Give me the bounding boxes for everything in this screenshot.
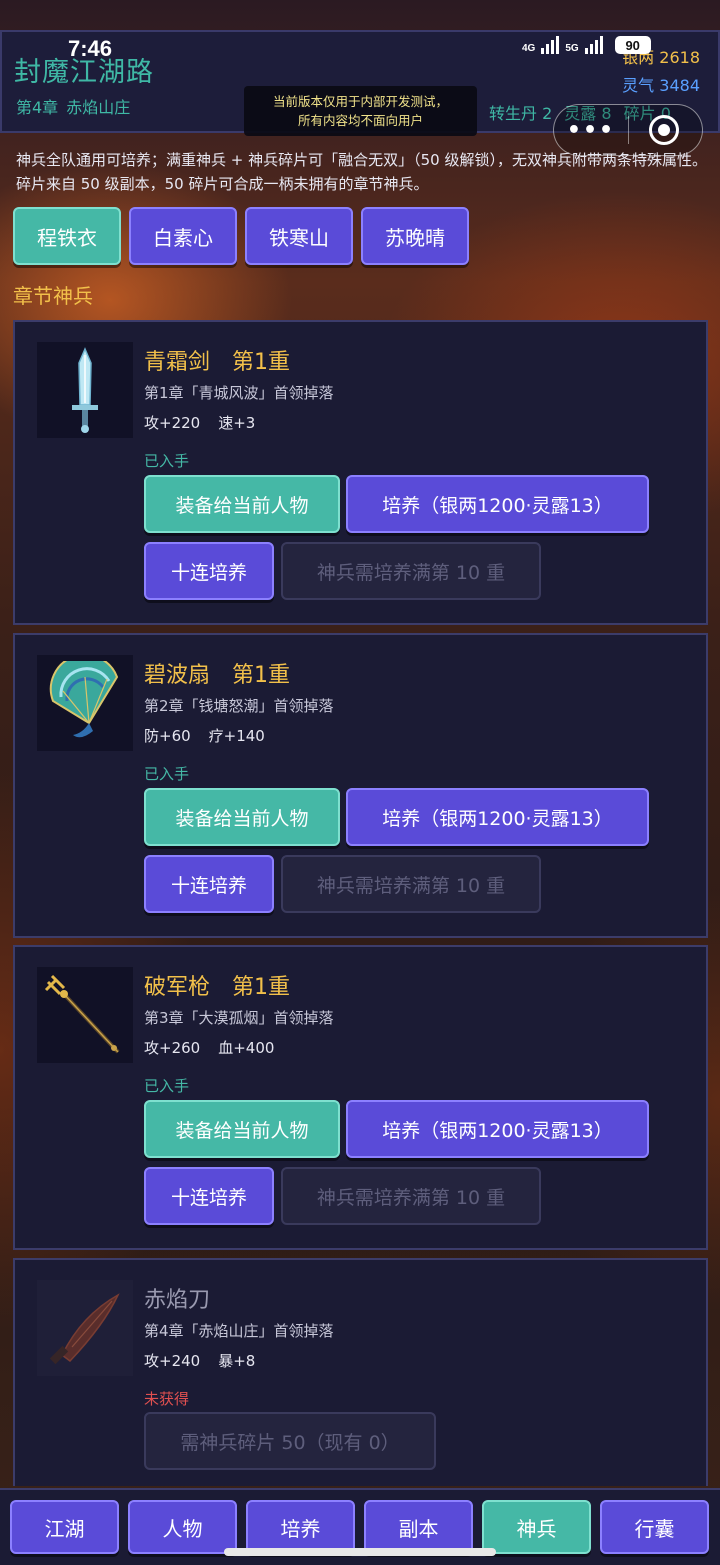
capsule-divider [628,116,629,144]
train-button[interactable]: 培养（银两1200·灵露13） [346,788,649,846]
chapter-name: 赤焰山庄 [66,98,131,117]
weapon-name: 赤焰刀 [144,1282,210,1314]
weapon-missing-status: 未获得 [144,1390,190,1408]
battery-icon: 90 [614,36,651,54]
signal-icon [541,36,560,54]
status-time: 7:46 [68,36,113,61]
weapon-name: 青霜剑 第1重 [144,344,290,376]
equip-button[interactable]: 装备给当前人物 [144,1100,340,1158]
sword-icon [37,342,133,438]
weapon-source: 第1章「青城风波」首领掉落 [144,384,334,402]
train-button[interactable]: 培养（银两1200·灵露13） [346,475,649,533]
rebirth-value: 2 [542,104,553,123]
weapon-card: 青霜剑 第1重 第1章「青城风波」首领掉落 攻+220 速+3 已入手 装备给当前人… [13,320,708,625]
ten-train-button[interactable]: 十连培养 [144,855,274,913]
signal-icon [584,36,603,54]
weapon-owned-status: 已入手 [144,452,190,470]
weapon-description: 神兵全队通用可培养；满重神兵 + 神兵碎片可「融合无双」（50 级解锁），无双神… [16,151,707,193]
rebirth-counter: 转生丹 2 [489,100,552,124]
ten-train-button[interactable]: 十连培养 [144,542,274,600]
weapon-stat: 攻+220 [144,414,201,432]
character-tab-3[interactable]: 铁寒山 [245,207,353,265]
nav-weapons[interactable]: 神兵 [482,1500,591,1554]
fuse-requirement-button: 神兵需培养满第 10 重 [281,542,541,600]
weapon-name-text: 青霜剑 [144,350,211,375]
status-icons: 4G 5G 90 [522,36,651,54]
character-tab-4[interactable]: 苏晚晴 [361,207,469,265]
ten-train-button[interactable]: 十连培养 [144,1167,274,1225]
weapon-owned-status: 已入手 [144,1077,190,1095]
weapon-card-locked: 赤焰刀 第4章「赤焰山庄」首领掉落 攻+240 暴+8 未获得 需神兵碎片 50（… [13,1258,708,1486]
weapon-stat: 攻+260 [144,1039,201,1057]
equip-button[interactable]: 装备给当前人物 [144,475,340,533]
weapon-name-text: 赤焰刀 [144,1288,211,1313]
weapon-stat: 速+3 [218,414,256,432]
weapon-source: 第4章「赤焰山庄」首领掉落 [144,1322,334,1340]
more-menu-icon[interactable]: ••• [554,118,628,143]
nav-jianghu[interactable]: 江湖 [10,1500,119,1554]
weapon-stats: 防+60 疗+140 [144,725,265,746]
qi-label: 灵气 [622,76,655,95]
blade-icon [37,1280,133,1376]
rebirth-label: 转生丹 [489,104,538,123]
weapon-stat: 疗+140 [208,727,265,745]
nav-dungeon[interactable]: 副本 [364,1500,473,1554]
dev-notice: 当前版本仅用于内部开发测试， 所有内容均不面向用户 [244,86,477,136]
network-4g-label: 4G [522,43,536,54]
qi-counter: 灵气 3484 [622,72,700,96]
character-tabs: 程铁衣 白素心 铁寒山 苏晚晴 [13,207,469,265]
character-tab-2[interactable]: 白素心 [129,207,237,265]
spear-icon [37,967,133,1063]
weapon-source: 第2章「钱塘怒潮」首领掉落 [144,697,334,715]
close-miniapp-icon[interactable] [649,115,679,145]
nav-inventory[interactable]: 行囊 [600,1500,709,1554]
weapon-card: 破军枪 第1重 第3章「大漠孤烟」首领掉落 攻+260 血+400 已入手 装备给当… [13,945,708,1250]
home-indicator[interactable] [224,1548,496,1556]
train-button[interactable]: 培养（银两1200·灵露13） [346,1100,649,1158]
weapon-name-text: 碧波扇 [144,663,211,688]
nav-characters[interactable]: 人物 [128,1500,237,1554]
weapon-stats: 攻+260 血+400 [144,1037,274,1058]
weapon-tier: 第1重 [232,350,291,375]
weapon-stat: 攻+240 [144,1352,201,1370]
chapter-number: 第4章 [16,98,59,117]
weapon-tier: 第1重 [232,663,291,688]
nav-training[interactable]: 培养 [246,1500,355,1554]
network-5g-label: 5G [565,43,579,54]
weapon-name: 碧波扇 第1重 [144,657,290,689]
qi-value: 3484 [659,76,700,95]
weapon-name: 破军枪 第1重 [144,969,290,1001]
dev-notice-line2: 所有内容均不面向用户 [297,113,423,128]
chapter-label: 第4章 赤焰山庄 [16,94,130,118]
weapon-card: 碧波扇 第1重 第2章「钱塘怒潮」首领掉落 防+60 疗+140 已入手 装备给当前… [13,633,708,938]
dev-notice-line1: 当前版本仅用于内部开发测试， [272,94,448,109]
weapon-name-text: 破军枪 [144,975,211,1000]
section-title: 章节神兵 [13,284,93,308]
weapon-stats: 攻+240 暴+8 [144,1350,255,1371]
weapon-source: 第3章「大漠孤烟」首领掉落 [144,1009,334,1027]
weapon-stat: 防+60 [144,727,191,745]
weapon-stats: 攻+220 速+3 [144,412,255,433]
weapon-owned-status: 已入手 [144,765,190,783]
silver-value: 2618 [659,48,700,67]
equip-button[interactable]: 装备给当前人物 [144,788,340,846]
character-tab-1[interactable]: 程铁衣 [13,207,121,265]
weapon-tier: 第1重 [232,975,291,1000]
fuse-requirement-button: 神兵需培养满第 10 重 [281,855,541,913]
weapon-stat: 暴+8 [218,1352,256,1370]
fan-icon [37,655,133,751]
fuse-requirement-button: 神兵需培养满第 10 重 [281,1167,541,1225]
weapon-stat: 血+400 [218,1039,275,1057]
fragment-requirement-button: 需神兵碎片 50（现有 0） [144,1412,436,1470]
